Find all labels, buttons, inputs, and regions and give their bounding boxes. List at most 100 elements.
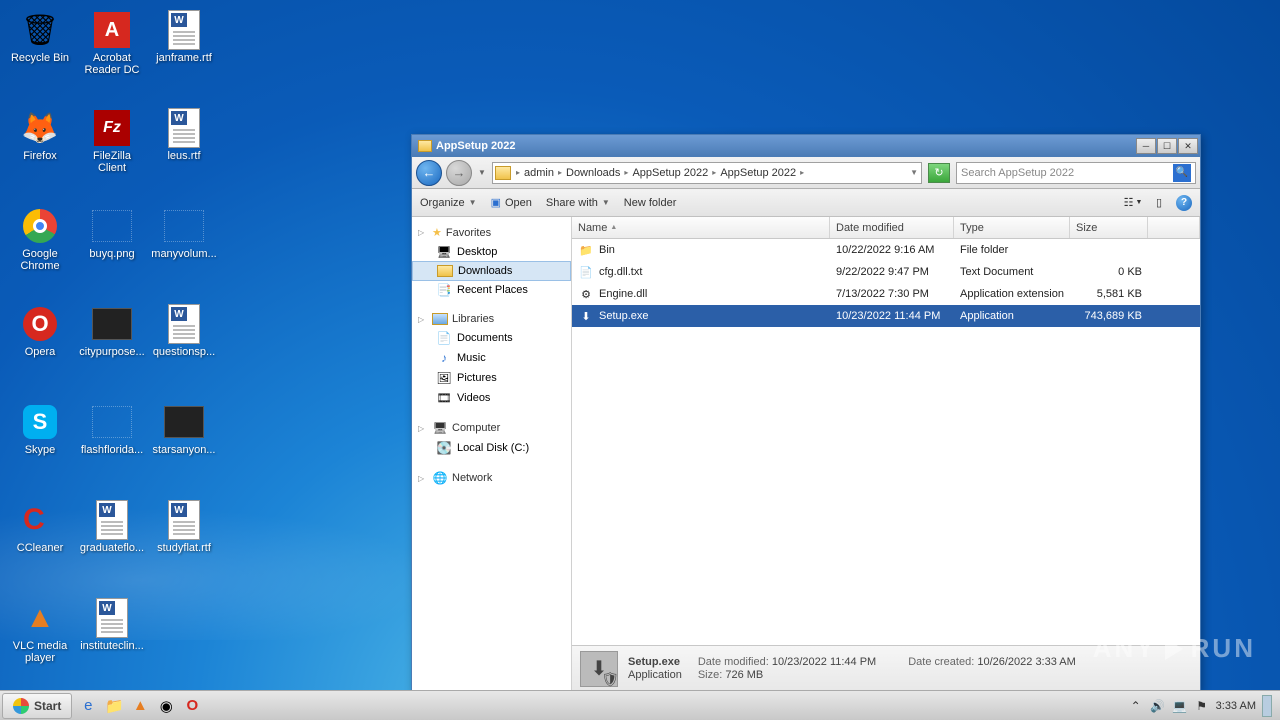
nav-recent-places[interactable]: 📑Recent Places [412,280,571,300]
desktop-icon[interactable]: ▲VLC media player [4,592,76,690]
maximize-button[interactable]: ☐ [1157,138,1177,154]
desktop-icon[interactable]: 🗑Recycle Bin [4,4,76,102]
tray-volume-icon[interactable]: 🔊 [1150,698,1166,714]
refresh-button[interactable]: ↻ [928,163,950,183]
tray-expand-icon[interactable]: ⌃ [1128,698,1144,714]
preview-pane-button[interactable]: ▯ [1150,195,1168,211]
desktop-icon[interactable]: graduateflo... [76,494,148,592]
desktop-icon-label: Google Chrome [6,248,74,272]
desktop-icon[interactable]: studyflat.rtf [148,494,220,592]
word-icon [164,304,204,344]
blank-icon [164,206,204,246]
desktop-icon[interactable]: starsanyon... [148,396,220,494]
help-icon[interactable]: ? [1176,195,1192,211]
desktop-icon[interactable]: instituteclin... [76,592,148,690]
nav-videos[interactable]: 🎞Videos [412,388,571,408]
search-box[interactable]: Search AppSetup 2022 🔍 [956,162,1196,184]
desktop-icon[interactable]: FzFileZilla Client [76,102,148,200]
word-icon [164,500,204,540]
crumb-appsetup1[interactable]: AppSetup 2022 [629,167,711,179]
desktop-icon[interactable]: buyq.png [76,200,148,298]
skype-icon: S [20,402,60,442]
addr-dropdown[interactable]: ▼ [909,168,919,177]
ql-vlc-icon[interactable]: ▲ [128,694,152,718]
desktop-icon-label: starsanyon... [153,444,216,456]
clock[interactable]: 3:33 AM [1216,700,1256,712]
history-dropdown[interactable]: ▼ [476,168,488,177]
tray-network-icon[interactable]: 💻 [1172,698,1188,714]
search-placeholder: Search AppSetup 2022 [961,167,1074,179]
desktop-icon[interactable]: CCCleaner [4,494,76,592]
desktop-icon-label: buyq.png [89,248,134,260]
favorites-header[interactable]: ▷★Favorites [412,223,571,242]
col-size[interactable]: Size [1070,217,1148,238]
computer-header[interactable]: ▷🖥Computer [412,418,571,438]
desktop-icon-label: VLC media player [6,640,74,664]
crumb-admin[interactable]: admin [521,167,557,179]
file-row[interactable]: ⬇Setup.exe10/23/2022 11:44 PMApplication… [572,305,1200,327]
crumb-appsetup2[interactable]: AppSetup 2022 [717,167,799,179]
nav-downloads[interactable]: Downloads [412,261,571,281]
col-type[interactable]: Type [954,217,1070,238]
taskbar: Start e 📁 ▲ ◉ O ⌃ 🔊 💻 ⚑ 3:33 AM [0,690,1280,720]
network-header[interactable]: ▷🌐Network [412,468,571,488]
titlebar-folder-icon [418,140,432,152]
nav-pictures[interactable]: 🖼Pictures [412,368,571,388]
file-row[interactable]: 📄cfg.dll.txt9/22/2022 9:47 PMText Docume… [572,261,1200,283]
ql-ie-icon[interactable]: e [76,694,100,718]
nav-local-disk[interactable]: 💽Local Disk (C:) [412,438,571,458]
share-with-button[interactable]: Share with▼ [546,197,610,209]
desktop-icon[interactable]: Google Chrome [4,200,76,298]
desktop-icon[interactable]: citypurpose... [76,298,148,396]
desktop-icon[interactable]: 🦊Firefox [4,102,76,200]
desktop-icon[interactable]: flashflorida... [76,396,148,494]
desktop-icon[interactable]: janframe.rtf [148,4,220,102]
nav-desktop[interactable]: 🖥Desktop [412,242,571,262]
desktop-icon-label: questionsp... [153,346,215,358]
tray-flag-icon[interactable]: ⚑ [1194,698,1210,714]
nav-music[interactable]: ♪Music [412,348,571,368]
blank-icon [92,402,132,442]
desktop-icon[interactable]: manyvolum... [148,200,220,298]
imgblack-icon [164,402,204,442]
show-desktop[interactable] [1262,695,1272,717]
libraries-header[interactable]: ▷Libraries [412,310,571,328]
desktop-icon[interactable]: AAcrobat Reader DC [76,4,148,102]
crumb-downloads[interactable]: Downloads [563,167,623,179]
desktop-icon[interactable]: questionsp... [148,298,220,396]
address-bar[interactable]: ▸ admin▸ Downloads▸ AppSetup 2022▸ AppSe… [492,162,922,184]
ql-chrome-icon[interactable]: ◉ [154,694,178,718]
exe-icon: ⬇ [578,309,594,323]
new-folder-button[interactable]: New folder [624,197,677,209]
minimize-button[interactable]: ─ [1136,138,1156,154]
word-icon [92,598,132,638]
file-row[interactable]: 📁Bin10/22/2022 9:16 AMFile folder [572,239,1200,261]
ql-opera-icon[interactable]: O [180,694,204,718]
open-button[interactable]: ▣Open [491,196,532,209]
view-button[interactable]: ☷▼ [1124,195,1142,211]
file-row[interactable]: ⚙Engine.dll7/13/2022 7:30 PMApplication … [572,283,1200,305]
details-pane: ⬇ Setup.exe Date modified: 10/23/2022 11… [572,645,1200,691]
word-icon [164,108,204,148]
desktop-icon[interactable]: OOpera [4,298,76,396]
back-button[interactable]: ← [416,160,442,186]
desktop-icon[interactable]: SSkype [4,396,76,494]
fz-icon: Fz [92,108,132,148]
col-date[interactable]: Date modified [830,217,954,238]
close-button[interactable]: ✕ [1178,138,1198,154]
titlebar[interactable]: AppSetup 2022 ─ ☐ ✕ [412,135,1200,157]
imgblack-icon [92,304,132,344]
nav-documents[interactable]: 📄Documents [412,328,571,348]
start-button[interactable]: Start [2,693,72,719]
search-icon[interactable]: 🔍 [1173,164,1191,182]
vlc-icon: ▲ [20,598,60,638]
desktop-icon[interactable]: leus.rtf [148,102,220,200]
acro-icon: A [92,10,132,50]
cc-icon: C [20,500,60,540]
explorer-body: ▷★Favorites 🖥Desktop Downloads 📑Recent P… [412,217,1200,691]
ql-explorer-icon[interactable]: 📁 [102,694,126,718]
forward-button[interactable]: → [446,160,472,186]
system-tray: ⌃ 🔊 💻 ⚑ 3:33 AM [1128,695,1278,717]
col-name[interactable]: Name▲ [572,217,830,238]
organize-button[interactable]: Organize▼ [420,197,477,209]
